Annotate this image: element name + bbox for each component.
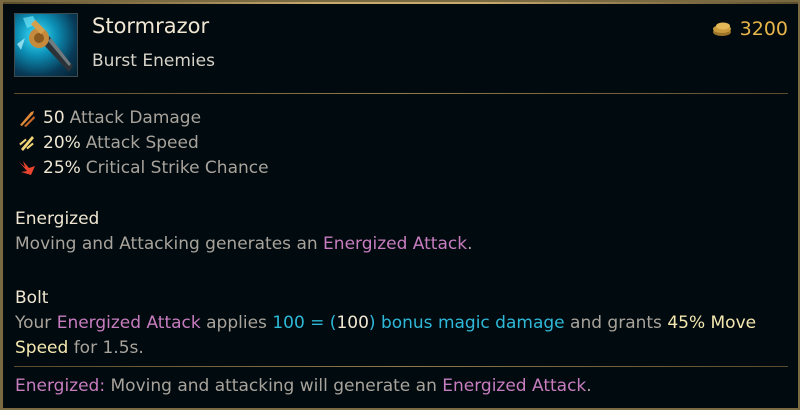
description-text: Your [15,313,57,333]
description-text: for 1.5s. [68,338,144,358]
footer-divider [14,366,788,367]
gold-coins-icon [712,22,731,36]
energized-attack-keyword: Energized Attack [323,234,468,254]
passive-bolt: Bolt Your Energized Attack applies 100 =… [15,286,784,361]
magic-damage-value: 100 = ( [272,313,337,333]
passive-title: Bolt [15,288,49,308]
stat-attack-speed: 20% Attack Speed [17,130,269,155]
cost-value: 3200 [739,18,788,40]
stat-value: 20% [43,132,81,153]
attack-damage-icon [20,110,35,127]
stat-value: 25% [43,157,81,178]
item-tooltip: Stormrazor Burst Enemies 3200 50 Attack … [0,0,800,410]
stat-attack-damage: 50 Attack Damage [17,105,269,130]
stat-critical-strike: 25% Critical Strike Chance [17,155,269,180]
passive-title: Energized [15,209,100,229]
attack-speed-icon [19,135,34,151]
passive-description: Moving and Attacking generates an Energi… [15,232,784,257]
stat-value: 50 [43,107,65,128]
description-end: . [467,234,473,254]
item-cost: 3200 [712,16,788,42]
description-text: Moving and Attacking generates an [15,234,324,254]
item-tag: Burst Enemies [92,51,215,71]
footer-text: Moving and attacking will generate an [105,376,443,396]
energized-attack-keyword: Energized Attack [442,376,587,396]
passive-energized: Energized Moving and Attacking generates… [15,207,784,257]
header-divider [14,93,788,94]
critical-strike-icon [19,160,35,175]
energized-attack-keyword: Energized Attack [56,313,201,333]
description-text: and grants [564,313,668,333]
footer-end: . [586,376,592,396]
magic-damage-label: ) bonus magic damage [368,313,565,333]
description-text: applies [200,313,273,333]
sword-icon [17,16,73,72]
stat-label: Attack Speed [85,132,199,153]
stat-list: 50 Attack Damage 20% Attack Speed 25% Cr… [17,105,269,180]
stormrazor-item-icon [14,13,78,77]
item-name: Stormrazor [92,14,210,38]
stat-label: Critical Strike Chance [85,157,269,178]
stat-label: Attack Damage [69,107,202,128]
footer-keyword: Energized: [15,376,106,396]
tooltip-footer: Energized: Moving and attacking will gen… [15,374,592,399]
passive-description: Your Energized Attack applies 100 = (100… [15,311,784,361]
magic-damage-base: 100 [336,313,369,333]
